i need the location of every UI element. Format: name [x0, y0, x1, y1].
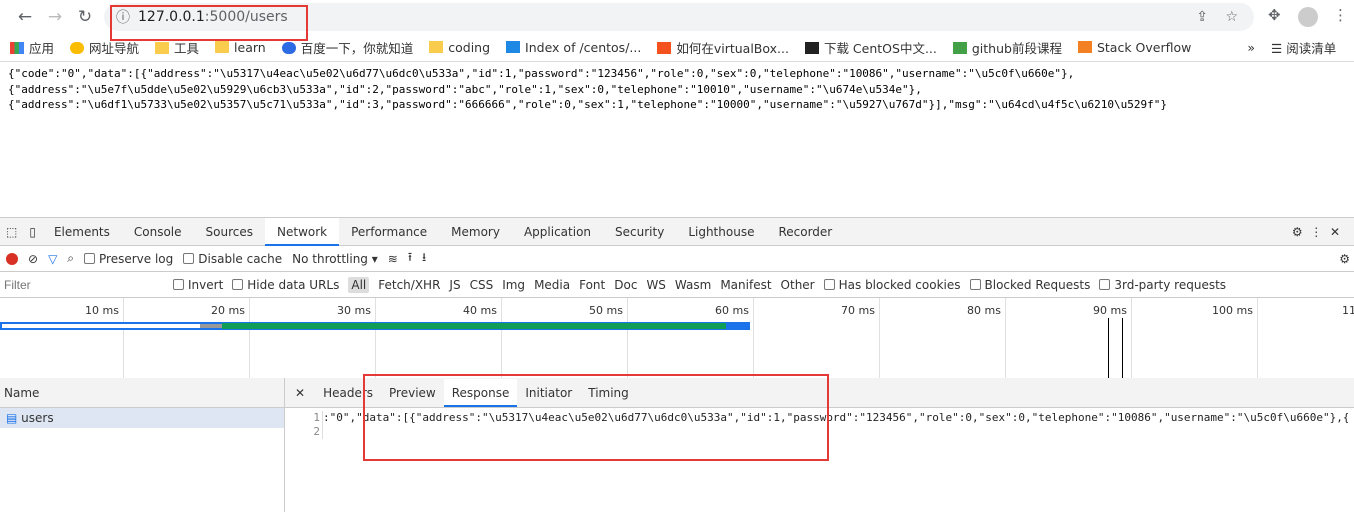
tab-security[interactable]: Security	[603, 218, 676, 246]
wifi-icon[interactable]: ≋	[388, 252, 398, 266]
upload-icon[interactable]: ⭱	[408, 248, 412, 269]
tick: 10 ms	[0, 298, 124, 380]
request-list: Name ▤ users	[0, 378, 285, 512]
type-manifest[interactable]: Manifest	[720, 278, 771, 292]
bookmark-folder[interactable]: coding	[429, 40, 490, 55]
inspect-icon[interactable]: ⬚	[0, 225, 23, 239]
load-line	[1122, 318, 1123, 380]
back-icon[interactable]: ←	[10, 7, 40, 27]
throttling-select[interactable]: No throttling ▾	[292, 252, 378, 266]
bar-ttfb	[222, 323, 726, 329]
type-fetch-xhr[interactable]: Fetch/XHR	[378, 278, 440, 292]
bar-waiting	[2, 324, 200, 328]
devtools-panel: ⬚ ▯ Elements Console Sources Network Per…	[0, 217, 1354, 512]
bookmark[interactable]: github前段课程	[952, 38, 1062, 57]
share-icon[interactable]: ⇪	[1196, 9, 1208, 25]
tab-elements[interactable]: Elements	[42, 218, 122, 246]
bookmark[interactable]: Stack Overflow	[1077, 40, 1191, 55]
bookmark[interactable]: 如何在virtualBox...	[657, 38, 789, 57]
tick: 11	[1342, 304, 1354, 317]
disable-cache-checkbox[interactable]: Disable cache	[183, 252, 282, 266]
request-row-users[interactable]: ▤ users	[0, 408, 284, 428]
close-details-icon[interactable]: ✕	[285, 386, 315, 400]
type-all[interactable]: All	[348, 276, 370, 293]
type-other[interactable]: Other	[781, 278, 815, 292]
json-response-body: {"code":"0","data":[{"address":"\u5317\u…	[8, 67, 1167, 111]
invert-checkbox[interactable]: Invert	[173, 278, 223, 292]
filter-bar: Invert Hide data URLs All Fetch/XHR JS C…	[0, 272, 1354, 298]
settings-icon[interactable]: ⚙ ⋮ ✕	[1292, 225, 1354, 239]
tick: 100 ms	[1132, 298, 1258, 380]
tab-lighthouse[interactable]: Lighthouse	[676, 218, 766, 246]
menu-icon[interactable]: ⋮	[1333, 6, 1348, 24]
tick: 90 ms	[1006, 298, 1132, 380]
type-font[interactable]: Font	[579, 278, 605, 292]
tab-network[interactable]: Network	[265, 217, 340, 246]
type-wasm[interactable]: Wasm	[675, 278, 711, 292]
type-img[interactable]: Img	[502, 278, 525, 292]
devtools-tabs: ⬚ ▯ Elements Console Sources Network Per…	[0, 217, 1354, 246]
avatar[interactable]	[1298, 7, 1318, 27]
tab-sources[interactable]: Sources	[194, 218, 265, 246]
filter-icon[interactable]: ▽	[48, 252, 57, 266]
filter-input[interactable]	[4, 277, 164, 292]
tab-performance[interactable]: Performance	[339, 218, 439, 246]
bookmarks-more[interactable]: »	[1247, 40, 1255, 55]
type-css[interactable]: CSS	[470, 278, 494, 292]
record-icon[interactable]	[6, 252, 18, 265]
tab-application[interactable]: Application	[512, 218, 603, 246]
tick: 60 ms	[628, 298, 754, 380]
type-ws[interactable]: WS	[646, 278, 665, 292]
tab-console[interactable]: Console	[122, 218, 194, 246]
annotation-box-url	[110, 5, 308, 41]
tab-recorder[interactable]: Recorder	[766, 218, 844, 246]
tick: 20 ms	[124, 298, 250, 380]
third-party-checkbox[interactable]: 3rd-party requests	[1099, 278, 1226, 292]
star-icon[interactable]: ☆	[1225, 9, 1238, 25]
clear-icon[interactable]: ⊘	[28, 252, 38, 266]
network-overview-timeline[interactable]: 10 ms 20 ms 30 ms 40 ms 50 ms 60 ms 70 m…	[0, 298, 1354, 380]
type-doc[interactable]: Doc	[614, 278, 637, 292]
name-column-header[interactable]: Name	[0, 378, 284, 408]
preserve-log-checkbox[interactable]: Preserve log	[84, 252, 173, 266]
tick: 40 ms	[376, 298, 502, 380]
blocked-requests-checkbox[interactable]: Blocked Requests	[969, 278, 1090, 292]
hide-data-urls-checkbox[interactable]: Hide data URLs	[232, 278, 339, 292]
bookmark-apps[interactable]: 应用	[10, 38, 54, 57]
extensions-icon[interactable]: ✥	[1268, 6, 1281, 24]
bookmark[interactable]: Index of /centos/...	[506, 40, 641, 55]
bar-stalled	[200, 324, 222, 328]
device-toolbar-icon[interactable]: ▯	[23, 225, 42, 239]
bookmark[interactable]: 下载 CentOS中文...	[804, 38, 937, 57]
blocked-cookies-checkbox[interactable]: Has blocked cookies	[823, 278, 961, 292]
search-icon[interactable]: ⌕	[67, 251, 74, 266]
tick: 30 ms	[250, 298, 376, 380]
tab-memory[interactable]: Memory	[439, 218, 512, 246]
reading-list[interactable]: ☰ 阅读清单	[1271, 38, 1336, 57]
document-icon: ▤	[6, 411, 18, 425]
download-icon[interactable]: ⭳	[422, 248, 426, 269]
annotation-box-response	[363, 374, 829, 461]
dom-loaded-line	[1108, 318, 1109, 380]
tick: 50 ms	[502, 298, 628, 380]
tick: 70 ms	[754, 298, 880, 380]
type-js[interactable]: JS	[449, 278, 460, 292]
forward-icon[interactable]: →	[40, 7, 70, 27]
network-toolbar: ⊘ ▽ ⌕ Preserve log Disable cache No thro…	[0, 246, 1354, 272]
network-settings-icon[interactable]: ⚙	[1339, 252, 1354, 266]
type-media[interactable]: Media	[534, 278, 570, 292]
line-numbers: 1 2	[285, 411, 323, 439]
reload-icon[interactable]: ↻	[70, 7, 100, 27]
bookmark-folder[interactable]: learn	[215, 40, 266, 55]
tick: 80 ms	[880, 298, 1006, 380]
